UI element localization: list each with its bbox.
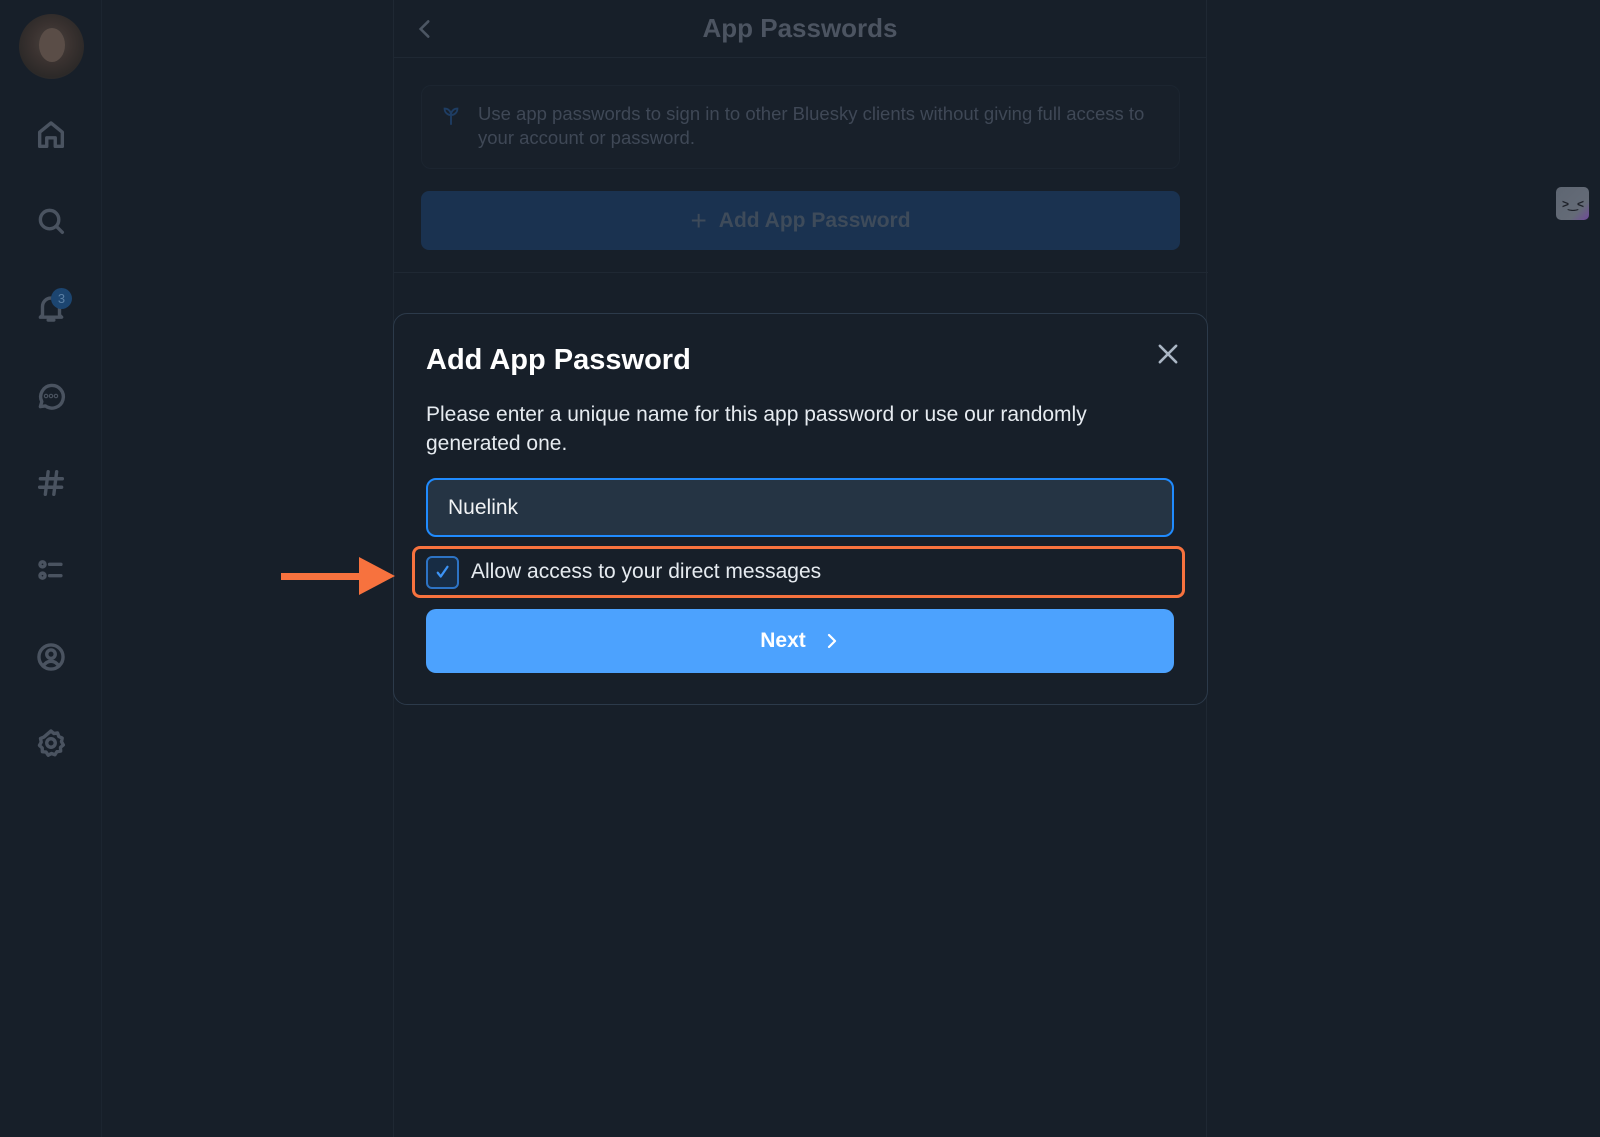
- chat-icon[interactable]: [33, 378, 69, 414]
- page-title: App Passwords: [702, 13, 898, 43]
- add-app-password-label: Add App Password: [718, 208, 911, 232]
- chevron-right-icon: [827, 633, 836, 649]
- search-icon[interactable]: [33, 203, 69, 239]
- dialog-description: Please enter a unique name for this app …: [426, 403, 1087, 455]
- dialog-title: Add App Password: [426, 344, 691, 376]
- checkmark-icon: [436, 565, 449, 578]
- close-icon[interactable]: [1154, 340, 1182, 368]
- hash-icon[interactable]: [33, 465, 69, 501]
- avatar-face: [39, 28, 65, 62]
- next-button[interactable]: Next: [426, 609, 1174, 673]
- home-icon[interactable]: [33, 117, 69, 153]
- avatar[interactable]: [19, 14, 84, 79]
- floating-widget-button[interactable]: >‿<: [1556, 187, 1589, 220]
- add-app-password-button[interactable]: + Add App Password: [421, 191, 1180, 250]
- user-circle-icon[interactable]: [33, 639, 69, 675]
- notification-badge: 3: [51, 288, 72, 309]
- chevron-left-icon[interactable]: [412, 16, 438, 42]
- app-password-name-input[interactable]: [426, 478, 1174, 537]
- next-label: Next: [760, 629, 806, 652]
- info-text: Use app passwords to sign in to other Bl…: [478, 103, 1145, 148]
- sidebar: 3: [0, 0, 102, 1137]
- info-box: Use app passwords to sign in to other Bl…: [421, 85, 1180, 169]
- divider: [394, 272, 1208, 273]
- dm-access-checkbox-row[interactable]: Allow access to your direct messages: [412, 546, 1185, 598]
- sprout-icon: [440, 104, 462, 126]
- dm-access-checkbox[interactable]: [426, 555, 459, 589]
- page-header: App Passwords: [394, 0, 1206, 58]
- add-app-password-dialog: Add App Password Please enter a unique n…: [393, 313, 1208, 705]
- annotation-arrow-icon: [281, 557, 395, 595]
- gear-icon[interactable]: [33, 725, 69, 761]
- dm-access-label: Allow access to your direct messages: [471, 560, 822, 583]
- list-icon[interactable]: [33, 552, 69, 588]
- plus-icon: +: [690, 204, 707, 236]
